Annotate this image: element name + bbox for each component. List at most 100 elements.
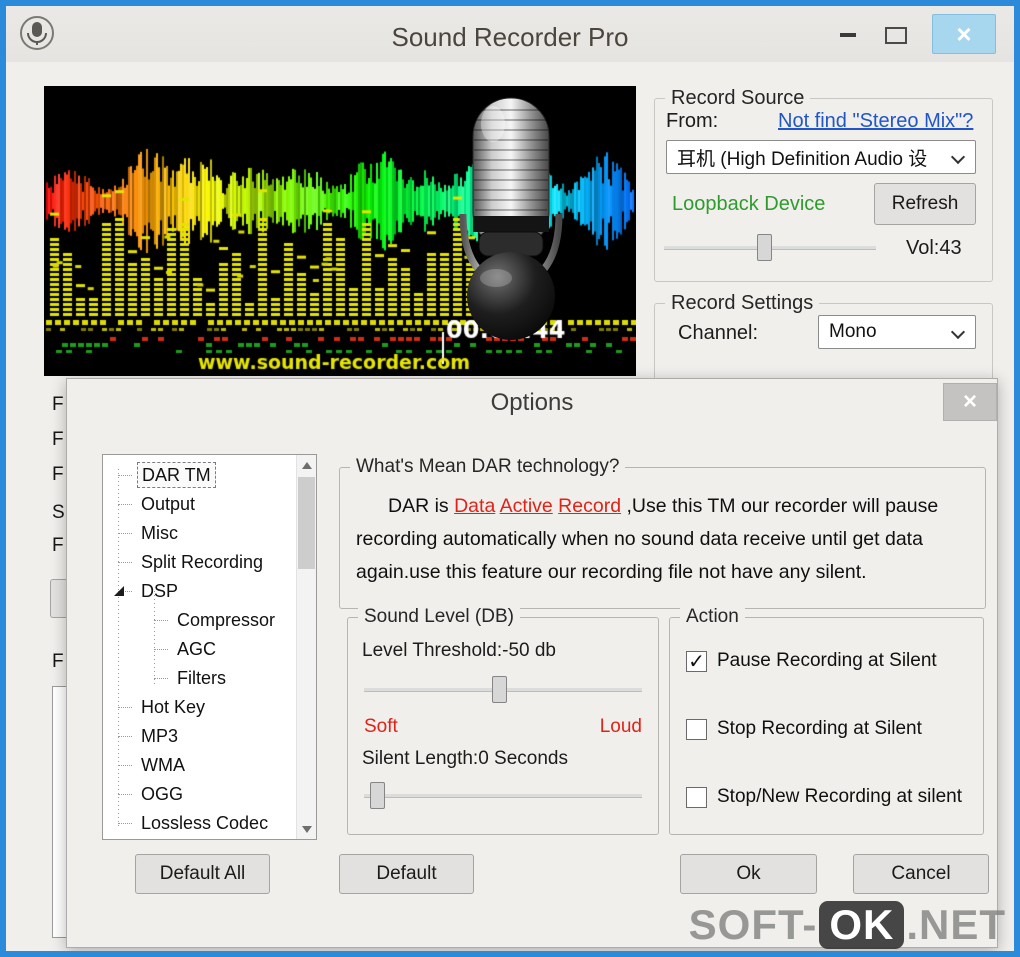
clipped-label: S xyxy=(52,502,65,523)
waveform-display xyxy=(44,86,636,376)
dar-info-group: What's Mean DAR technology? DAR is Data … xyxy=(339,456,986,609)
loopback-device-label: Loopback Device xyxy=(672,193,826,215)
clipped-label: F xyxy=(52,394,64,415)
soft-ok-net-watermark: SOFT- OK .NET xyxy=(688,901,1006,949)
sound-level-group: Sound Level (DB) Level Threshold:-50 db … xyxy=(347,606,659,835)
cancel-button[interactable]: Cancel xyxy=(853,854,989,894)
stereo-mix-link[interactable]: Not find "Stereo Mix"? xyxy=(778,110,973,133)
from-label: From: xyxy=(666,110,719,132)
clipped-label: F xyxy=(52,535,64,556)
loud-label: Loud xyxy=(599,716,642,737)
close-button[interactable]: × xyxy=(932,14,996,54)
ok-button[interactable]: Ok xyxy=(680,854,817,894)
action-checkbox-row[interactable]: ✓ Pause Recording at Silent xyxy=(686,648,975,674)
default-all-button[interactable]: Default All xyxy=(135,854,270,894)
triangle-down-icon xyxy=(301,825,312,833)
dar-group-title: What's Mean DAR technology? xyxy=(350,456,626,478)
tree-item-label: Filters xyxy=(177,668,226,688)
close-icon: × xyxy=(962,388,977,415)
chevron-down-icon xyxy=(950,324,966,340)
silent-slider-track[interactable] xyxy=(364,794,642,798)
tree-item-label: OGG xyxy=(141,784,184,804)
tree-item-dsp[interactable]: DSP xyxy=(103,577,296,606)
tree-item-label: Output xyxy=(141,494,196,514)
clipped-label: F xyxy=(52,429,64,450)
tree-scrollbar[interactable] xyxy=(296,455,316,839)
tree-item-mp3[interactable]: MP3 xyxy=(103,722,296,751)
tree-item-agc[interactable]: AGC xyxy=(103,635,296,664)
level-threshold-slider[interactable] xyxy=(364,676,642,704)
expanded-triangle-icon[interactable] xyxy=(114,586,124,596)
clipped-label: F xyxy=(52,464,64,485)
dar-word-record: Record xyxy=(558,495,622,517)
maximize-icon xyxy=(885,26,907,44)
checkbox-label: Stop Recording at Silent xyxy=(717,718,922,739)
maximize-button[interactable] xyxy=(874,20,918,50)
action-checkbox-row[interactable]: Stop/New Recording at silent xyxy=(686,784,975,810)
tree-item-ogg[interactable]: OGG xyxy=(103,780,296,809)
options-tree: DAR TM Output Misc Split Recording DSP Compre… xyxy=(102,454,317,840)
tree-item-label: Split Recording xyxy=(141,552,264,572)
checkbox-checked[interactable]: ✓ xyxy=(686,650,707,672)
tree-item-hot-key[interactable]: Hot Key xyxy=(103,693,296,722)
tree-item-filters[interactable]: Filters xyxy=(103,664,296,693)
action-group-title: Action xyxy=(680,606,745,628)
action-checkbox-row[interactable]: Stop Recording at Silent xyxy=(686,716,975,742)
minimize-icon xyxy=(840,33,856,37)
record-source-title: Record Source xyxy=(665,87,811,110)
dialog-close-button[interactable]: × xyxy=(943,383,997,421)
volume-slider-thumb[interactable] xyxy=(757,234,773,261)
triangle-up-icon xyxy=(301,461,312,469)
app-window: Sound Recorder Pro × Record Source From:… xyxy=(0,0,1020,957)
channel-combo[interactable]: Mono xyxy=(818,315,976,349)
microphone-image xyxy=(459,97,563,340)
scrollbar-up-arrow[interactable] xyxy=(297,455,316,475)
channel-value: Mono xyxy=(829,321,877,342)
tree-item-wma[interactable]: WMA xyxy=(103,751,296,780)
titlebar: Sound Recorder Pro × xyxy=(6,6,1014,62)
dar-word-active: Active xyxy=(499,495,553,517)
tree-item-label: Misc xyxy=(141,523,178,543)
tree-item-label: Hot Key xyxy=(141,697,206,717)
silent-slider-thumb[interactable] xyxy=(369,782,385,809)
tree-item-lossless-codec[interactable]: Lossless Codec xyxy=(103,809,296,838)
tree-item-split-recording[interactable]: Split Recording xyxy=(103,548,296,577)
scrollbar-down-arrow[interactable] xyxy=(297,819,316,839)
soft-label: Soft xyxy=(364,716,398,737)
tree-item-compressor[interactable]: Compressor xyxy=(103,606,296,635)
chevron-down-icon xyxy=(950,149,966,165)
record-device-combo[interactable]: 耳机 (High Definition Audio 设 xyxy=(666,140,976,174)
close-icon: × xyxy=(956,19,972,49)
sound-level-title: Sound Level (DB) xyxy=(358,606,520,628)
record-settings-title: Record Settings xyxy=(665,292,820,315)
scrollbar-thumb[interactable] xyxy=(298,477,315,569)
options-dialog: Options × DAR TM Output Misc Split Recordin… xyxy=(66,378,998,948)
checkbox-unchecked[interactable] xyxy=(686,786,707,808)
tree-item-label: MP3 xyxy=(141,726,179,746)
action-group: Action ✓ Pause Recording at Silent Stop Re… xyxy=(669,606,984,835)
silent-length-label: Silent Length:0 Seconds xyxy=(362,748,568,769)
dialog-title: Options xyxy=(490,389,574,416)
tree-item-misc[interactable]: Misc xyxy=(103,519,296,548)
checkbox-label: Pause Recording at Silent xyxy=(717,650,937,671)
threshold-slider-thumb[interactable] xyxy=(491,676,507,703)
tree-item-label: DSP xyxy=(141,581,179,601)
default-button[interactable]: Default xyxy=(339,854,474,894)
tree-item-label: WMA xyxy=(141,755,185,775)
checkbox-label: Stop/New Recording at silent xyxy=(717,786,963,807)
tree-item-label: Lossless Codec xyxy=(141,813,269,833)
dar-description: DAR is Data Active Record ,Use this TM o… xyxy=(356,495,939,583)
tree-item-output[interactable]: Output xyxy=(103,490,296,519)
checkbox-unchecked[interactable] xyxy=(686,718,707,740)
tree-item-label: Compressor xyxy=(177,610,276,630)
clipped-label: F xyxy=(52,651,64,672)
dar-word-data: Data xyxy=(454,495,496,517)
record-device-value: 耳机 (High Definition Audio 设 xyxy=(677,148,928,170)
tree-item-label: DAR TM xyxy=(137,462,216,488)
volume-slider[interactable] xyxy=(664,234,876,262)
silent-length-slider[interactable] xyxy=(364,782,642,810)
tree-item-dar-tm[interactable]: DAR TM xyxy=(103,461,296,490)
refresh-button[interactable]: Refresh xyxy=(874,183,976,225)
ok-badge: OK xyxy=(819,901,905,949)
minimize-button[interactable] xyxy=(828,20,868,50)
